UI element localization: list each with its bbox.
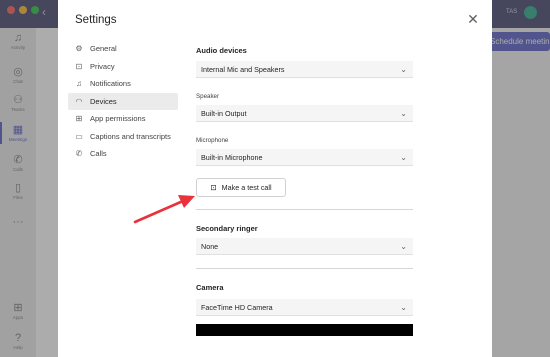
captions-icon: ▭: [75, 131, 83, 141]
gear-icon: ⚙: [75, 44, 83, 54]
dialog-title: Settings: [75, 14, 117, 26]
audio-device-select[interactable]: Internal Mic and Speakers ⌄: [196, 61, 413, 78]
close-icon[interactable]: ✕: [466, 12, 480, 26]
secondary-ringer-select[interactable]: None ⌄: [196, 238, 413, 255]
chevron-down-icon: ⌄: [400, 109, 407, 118]
chevron-down-icon: ⌄: [400, 303, 407, 312]
nav-item-privacy[interactable]: ⊡ Privacy: [68, 58, 178, 76]
nav-item-calls[interactable]: ✆ Calls: [68, 145, 178, 163]
nav-item-devices[interactable]: ◠ Devices: [68, 92, 178, 110]
nav-item-captions[interactable]: ▭ Captions and transcripts: [68, 128, 178, 146]
test-call-icon: ⊡: [210, 183, 217, 192]
secondary-ringer-title: Secondary ringer: [196, 224, 258, 233]
nav-item-app-permissions[interactable]: ⊞ App permissions: [68, 110, 178, 128]
microphone-select[interactable]: Built-in Microphone ⌄: [196, 149, 413, 166]
chevron-down-icon: ⌄: [400, 65, 407, 74]
headset-icon: ◠: [75, 96, 83, 106]
make-test-call-button[interactable]: ⊡ Make a test call: [196, 178, 286, 197]
nav-item-notifications[interactable]: ♫ Notifications: [68, 75, 178, 93]
chevron-down-icon: ⌄: [400, 242, 407, 251]
section-divider: [196, 268, 413, 269]
audio-devices-title: Audio devices: [196, 46, 247, 55]
lock-icon: ⊡: [75, 61, 83, 71]
camera-title: Camera: [196, 283, 224, 292]
speaker-select[interactable]: Built-in Output ⌄: [196, 105, 413, 122]
settings-dialog: Settings ✕ ⚙ General ⊡ Privacy ♫ Notific…: [58, 0, 492, 357]
speaker-label: Speaker: [196, 93, 220, 100]
phone-icon: ✆: [75, 149, 83, 159]
microphone-label: Microphone: [196, 137, 229, 144]
grid-icon: ⊞: [75, 114, 83, 124]
bell-icon: ♫: [76, 79, 82, 89]
camera-select[interactable]: FaceTime HD Camera ⌄: [196, 299, 413, 316]
camera-preview: [196, 324, 413, 336]
section-divider: [196, 209, 413, 210]
settings-nav: ⚙ General ⊡ Privacy ♫ Notifications ◠ De…: [68, 40, 178, 163]
nav-item-general[interactable]: ⚙ General: [68, 40, 178, 58]
chevron-down-icon: ⌄: [400, 153, 407, 162]
